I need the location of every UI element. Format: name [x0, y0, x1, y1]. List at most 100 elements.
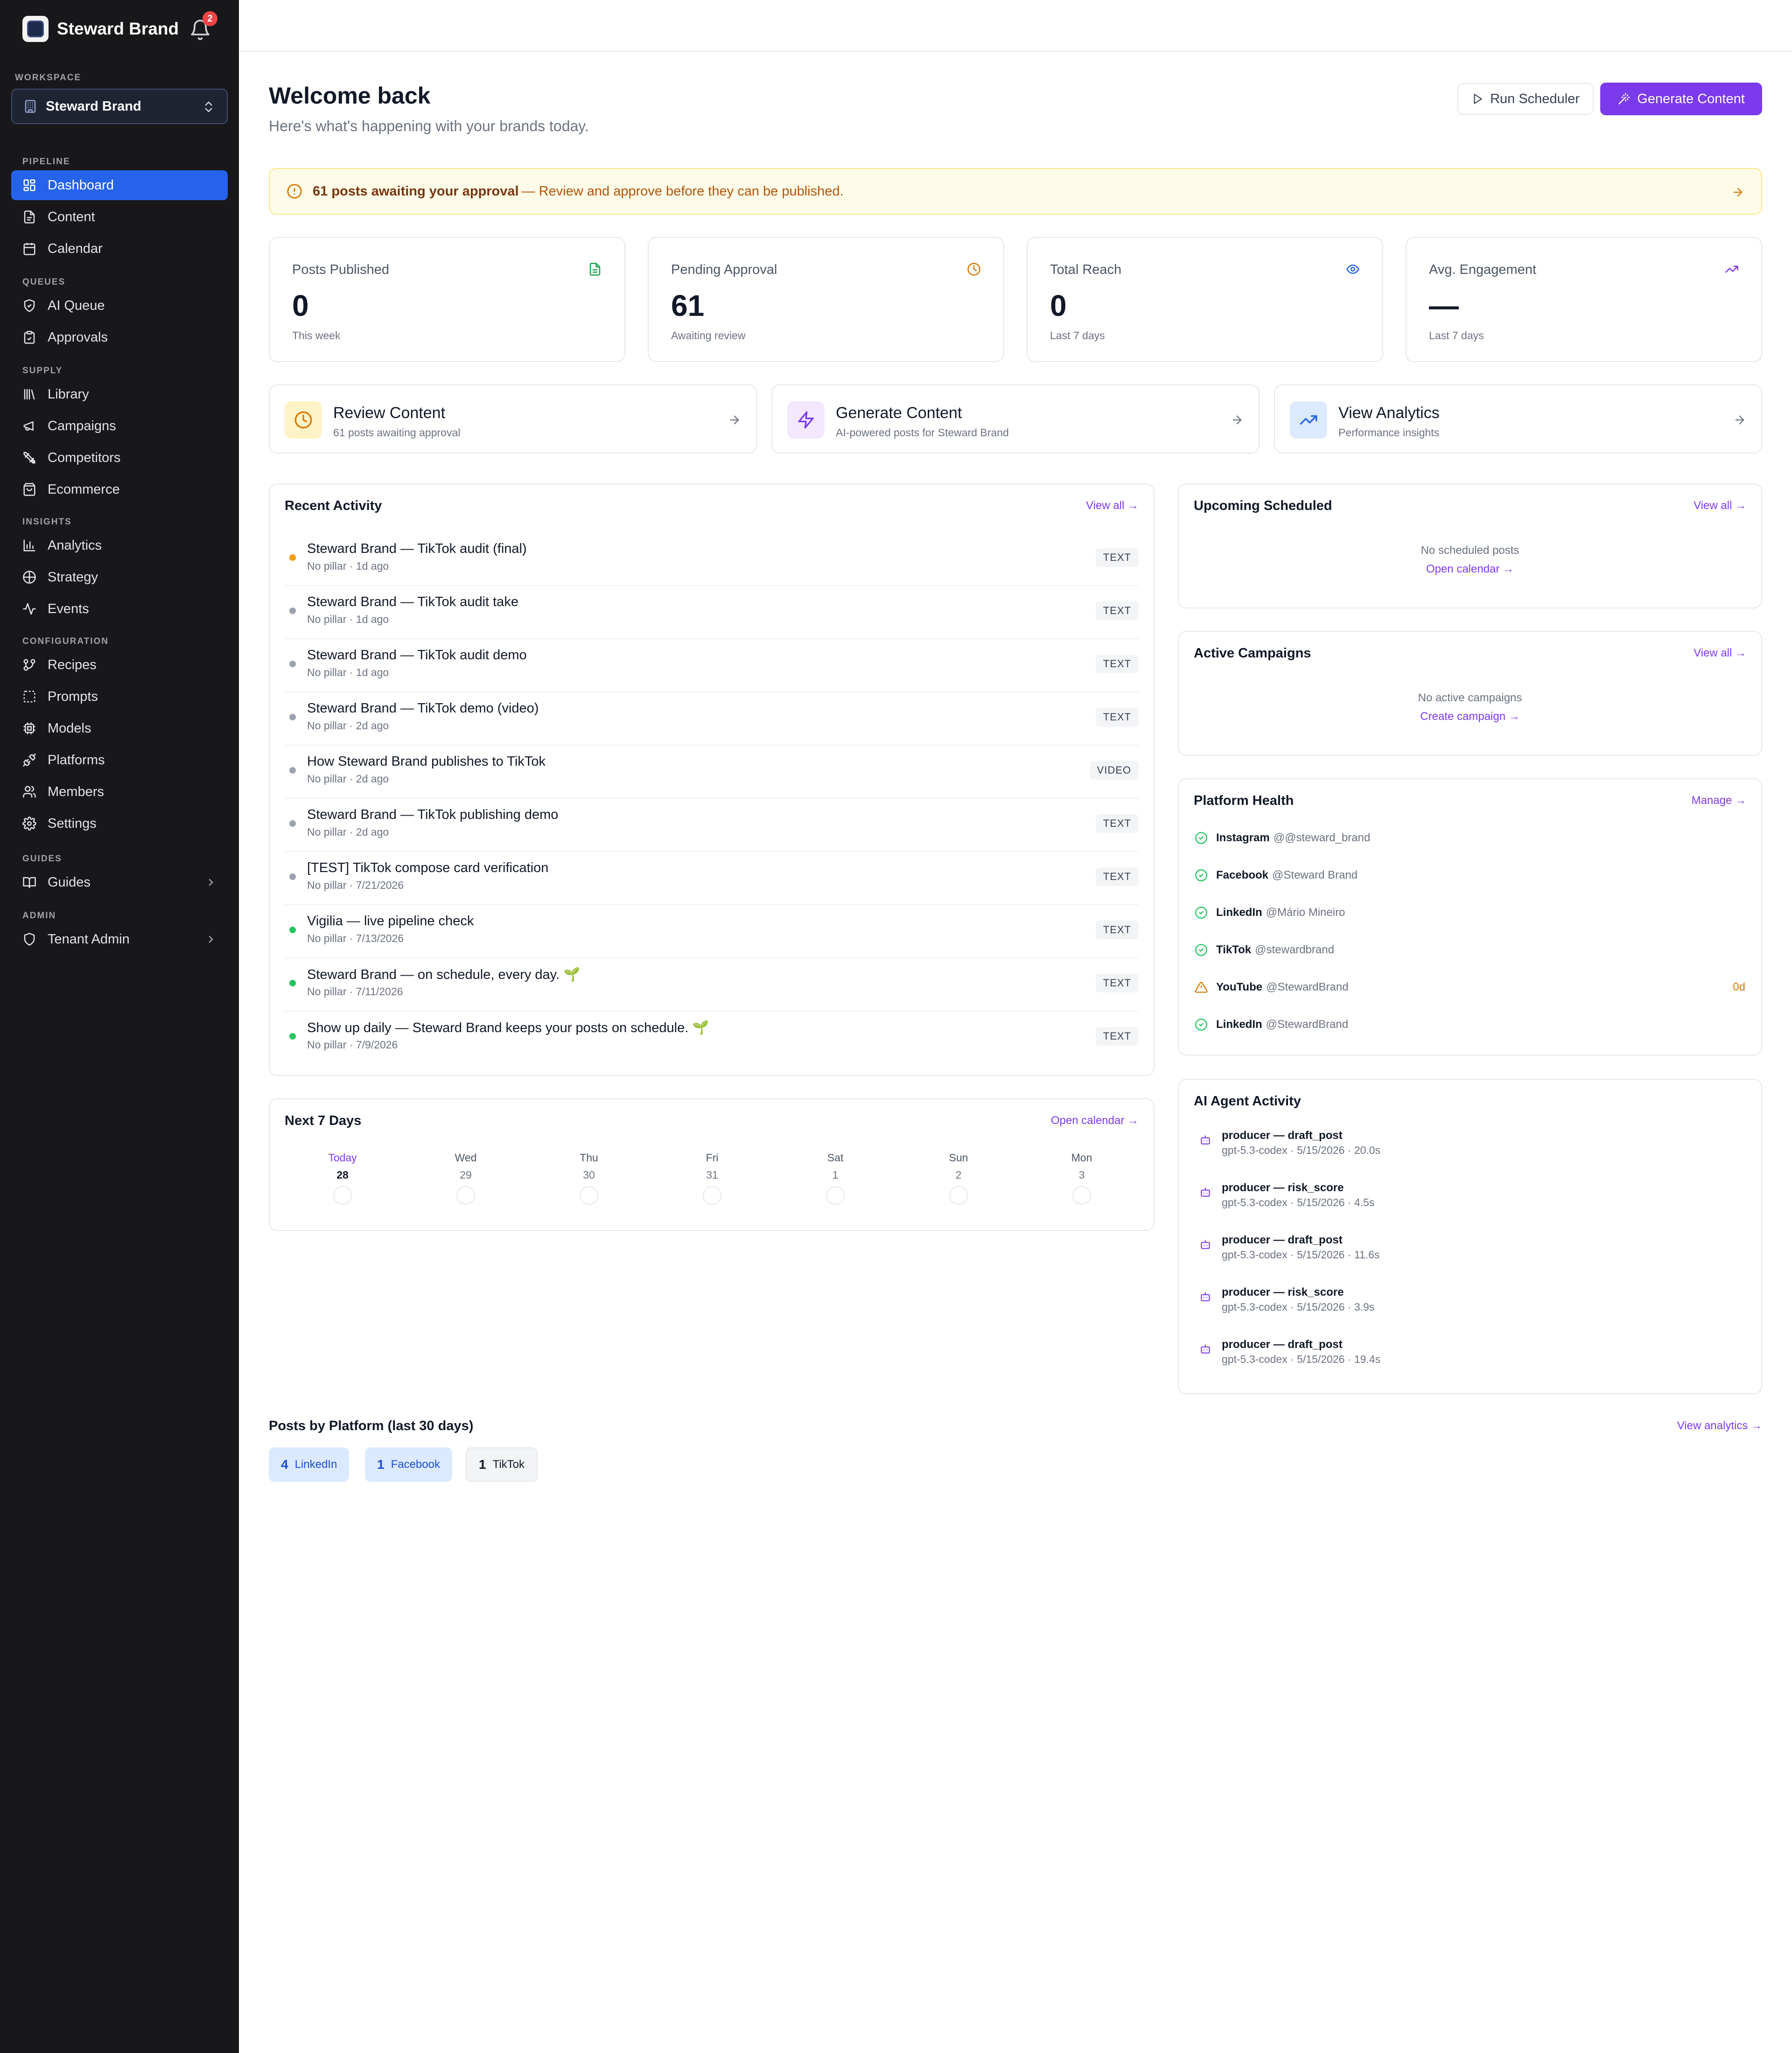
day-column[interactable]: Today 28: [305, 1152, 380, 1205]
create-campaign-action[interactable]: Create campaign →: [1179, 710, 1761, 723]
activity-row[interactable]: [TEST] TikTok compose card verification N…: [285, 852, 1139, 905]
day-column[interactable]: Sat 1: [798, 1152, 873, 1205]
bot-icon: [1201, 1240, 1210, 1249]
day-number: 29: [460, 1169, 472, 1181]
platform-name: YouTube: [1216, 981, 1263, 993]
nav-dashboard[interactable]: Dashboard: [11, 170, 228, 200]
nav-settings[interactable]: Settings: [11, 809, 228, 838]
activity-meta: No pillar · 7/21/2026: [307, 879, 404, 891]
ai-activity-row[interactable]: producer — risk_score gpt-5.3-codex · 5/1…: [1199, 1286, 1736, 1323]
quick-action-view-analytics[interactable]: View Analytics Performance insights: [1274, 384, 1762, 454]
day-indicator: [333, 1186, 352, 1205]
nav-strategy[interactable]: Strategy: [11, 562, 228, 592]
quick-action-sub: AI-powered posts for Steward Brand: [836, 426, 1009, 439]
ai-activity-row[interactable]: producer — draft_post gpt-5.3-codex · 5/1…: [1199, 1234, 1736, 1271]
activity-row[interactable]: How Steward Brand publishes to TikTok No …: [285, 746, 1139, 799]
approval-alert[interactable]: 61 posts awaiting your approval — Review…: [269, 168, 1762, 215]
activity-meta: No pillar · 2d ago: [307, 826, 389, 838]
day-column[interactable]: Sun 2: [921, 1152, 996, 1205]
status-dot: [289, 608, 296, 614]
upcoming-view-all[interactable]: View all →: [1694, 499, 1746, 512]
nav-content[interactable]: Content: [11, 202, 228, 232]
activity-row[interactable]: Steward Brand — TikTok audit demo No pill…: [285, 639, 1139, 692]
clock-icon: [285, 401, 322, 439]
platform-chip-facebook[interactable]: 1 Facebook: [365, 1447, 452, 1482]
nav-models[interactable]: Models: [11, 713, 228, 743]
day-indicator: [826, 1186, 845, 1205]
activity-row[interactable]: Show up daily — Steward Brand keeps your…: [285, 1012, 1139, 1065]
activity-title: Steward Brand — on schedule, every day. …: [307, 967, 581, 982]
platform-health-row[interactable]: Facebook @Steward Brand: [1195, 866, 1745, 885]
nav-members[interactable]: Members: [11, 777, 228, 807]
open-calendar-action[interactable]: Open calendar →: [1179, 563, 1761, 576]
day-column[interactable]: Fri 31: [675, 1152, 749, 1205]
quick-action-generate-content[interactable]: Generate Content AI-powered posts for St…: [771, 384, 1260, 454]
day-number: 28: [336, 1169, 349, 1181]
nav-tenant-admin[interactable]: Tenant Admin: [11, 924, 228, 954]
day-column[interactable]: Thu 30: [552, 1152, 626, 1205]
nav-analytics[interactable]: Analytics: [11, 531, 228, 560]
status-dot: [289, 767, 296, 774]
stat-label: Pending Approval: [671, 262, 777, 277]
nav-prompts[interactable]: Prompts: [11, 682, 228, 712]
activity-row[interactable]: Steward Brand — TikTok audit take No pill…: [285, 586, 1139, 639]
platform-health-manage[interactable]: Manage →: [1692, 794, 1746, 807]
generate-content-button[interactable]: Generate Content: [1600, 83, 1762, 115]
platform-health-row[interactable]: Instagram @@steward_brand: [1195, 829, 1745, 847]
nav-ai-queue[interactable]: AI Queue: [11, 291, 228, 321]
status-dot: [289, 873, 296, 880]
activity-row[interactable]: Steward Brand — TikTok audit (final) No p…: [285, 533, 1139, 586]
nav-approvals[interactable]: Approvals: [11, 322, 228, 352]
platform-health-row[interactable]: YouTube @StewardBrand 0d: [1195, 978, 1745, 997]
nav-guides[interactable]: Guides: [11, 867, 228, 897]
workspace-value: Steward Brand: [46, 98, 141, 114]
arrow-right-icon: [1735, 415, 1744, 425]
activity-row[interactable]: Vigilia — live pipeline check No pillar ·…: [285, 905, 1139, 958]
platform-chip-linkedin[interactable]: 4 LinkedIn: [269, 1447, 350, 1482]
chip-count: 4: [281, 1457, 288, 1472]
run-scheduler-button[interactable]: Run Scheduler: [1457, 83, 1594, 115]
brand[interactable]: Steward Brand: [22, 16, 179, 42]
ai-activity-row[interactable]: producer — draft_post gpt-5.3-codex · 5/1…: [1199, 1338, 1736, 1376]
recent-activity-view-all[interactable]: View all →: [1086, 499, 1139, 512]
platform-chip-tiktok[interactable]: 1 TikTok: [466, 1447, 538, 1482]
platform-health-row[interactable]: LinkedIn @StewardBrand: [1195, 1015, 1745, 1034]
section-configuration: CONFIGURATION: [22, 636, 109, 646]
platform-health-row[interactable]: TikTok @stewardbrand: [1195, 941, 1745, 959]
type-badge: VIDEO: [1089, 761, 1139, 780]
ai-activity-row[interactable]: producer — risk_score gpt-5.3-codex · 5/1…: [1199, 1181, 1736, 1219]
nav-platforms[interactable]: Platforms: [11, 745, 228, 775]
workspace-select[interactable]: Steward Brand: [11, 89, 228, 124]
alert-circle-icon: [287, 184, 302, 199]
nav-library[interactable]: Library: [11, 379, 228, 409]
platform-health-row[interactable]: LinkedIn @Mário Mineiro: [1195, 903, 1745, 922]
activity-meta: No pillar · 1d ago: [307, 666, 389, 678]
nav-label: Recipes: [48, 657, 97, 672]
nav-competitors[interactable]: Competitors: [11, 443, 228, 473]
stat-card-posts-published: Posts Published 0 This week: [269, 237, 625, 362]
activity-row[interactable]: Steward Brand — TikTok publishing demo No…: [285, 799, 1139, 852]
open-calendar-link[interactable]: Open calendar →: [1051, 1114, 1139, 1127]
activity-meta: No pillar · 7/9/2026: [307, 1039, 398, 1051]
quick-action-review-content[interactable]: Review Content 61 posts awaiting approva…: [269, 384, 757, 454]
nav-recipes[interactable]: Recipes: [11, 650, 228, 680]
activity-row[interactable]: Steward Brand — TikTok demo (video) No pi…: [285, 692, 1139, 746]
activity-row[interactable]: Steward Brand — on schedule, every day. …: [285, 958, 1139, 1012]
type-badge: TEXT: [1095, 921, 1139, 939]
day-column[interactable]: Wed 29: [428, 1152, 503, 1205]
nav-calendar[interactable]: Calendar: [11, 234, 228, 264]
ai-activity-row[interactable]: producer — draft_post gpt-5.3-codex · 5/1…: [1199, 1129, 1736, 1166]
status-dot: [289, 714, 296, 720]
nav-campaigns[interactable]: Campaigns: [11, 411, 228, 441]
nav-label: Approvals: [48, 329, 108, 345]
day-indicator: [703, 1186, 721, 1205]
ai-activity-title: producer — draft_post: [1222, 1338, 1343, 1351]
nav-ecommerce[interactable]: Ecommerce: [11, 475, 228, 504]
campaigns-view-all[interactable]: View all →: [1694, 647, 1746, 660]
view-analytics-link[interactable]: View analytics →: [1677, 1419, 1762, 1432]
day-column[interactable]: Mon 3: [1044, 1152, 1119, 1205]
nav-label: Tenant Admin: [48, 931, 130, 947]
nav-events[interactable]: Events: [11, 594, 228, 624]
activity-icon: [23, 603, 36, 615]
type-badge: TEXT: [1095, 814, 1139, 833]
